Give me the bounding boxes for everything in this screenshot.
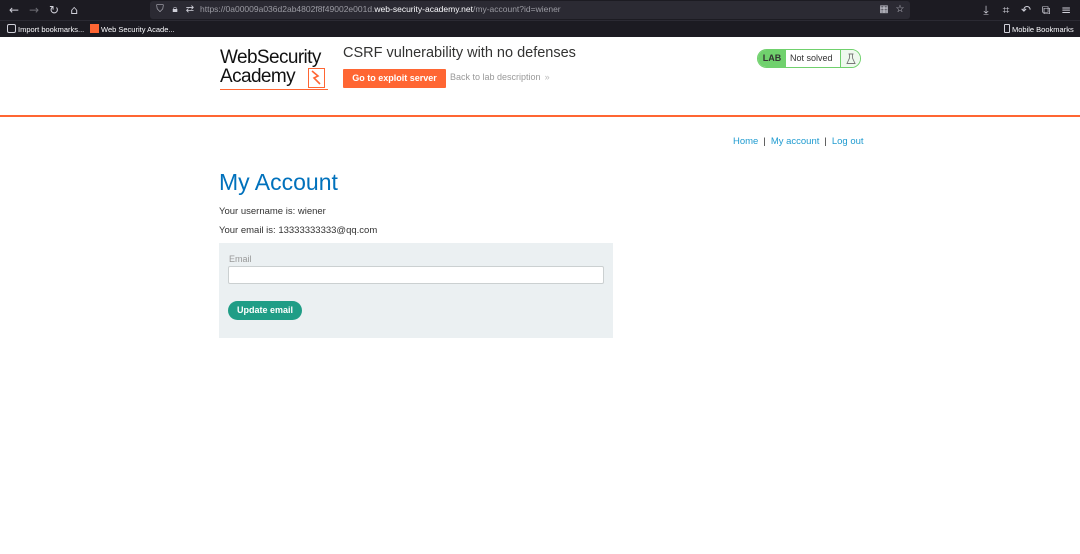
extensions-icon[interactable]: ⧉ (1038, 2, 1054, 18)
undo-icon[interactable]: ↶ (1018, 2, 1034, 18)
bookmark-star-icon[interactable]: ☆ (893, 3, 907, 17)
shield-icon[interactable]: ⛉ (153, 3, 167, 17)
bookmark-web-security-academy[interactable]: Web Security Acade... (90, 23, 175, 36)
nav-separator: | (763, 136, 766, 147)
lab-title: CSRF vulnerability with no defenses (343, 45, 576, 61)
email-info: Your email is: 13333333333@qq.com (219, 225, 378, 236)
lab-header: WebSecurity Academy CSRF vulnerability w… (0, 37, 1080, 117)
page: WebSecurity Academy CSRF vulnerability w… (0, 37, 1080, 554)
bookmark-import[interactable]: Import bookmarks... (7, 23, 84, 36)
account-nav: Home | My account | Log out (733, 136, 864, 147)
browser-toolbar: ← → ↻ ⌂ ⛉ 🔒︎ ⇄ https://0a00009a036d2ab48… (0, 0, 1080, 20)
qr-code-icon[interactable]: ▦ (877, 3, 891, 17)
lock-icon[interactable]: 🔒︎ (168, 3, 182, 17)
menu-icon[interactable]: ≡ (1058, 2, 1074, 18)
forward-arrow-icon[interactable]: → (26, 2, 42, 18)
permissions-icon[interactable]: ⇄ (183, 3, 197, 17)
url-bar[interactable]: ⛉ 🔒︎ ⇄ https://0a00009a036d2ab4802f8f490… (150, 1, 910, 19)
back-to-lab-link[interactable]: Back to lab description» (450, 72, 550, 82)
download-icon[interactable]: ⤓ (978, 2, 994, 18)
url-text[interactable]: https://0a00009a036d2ab4802f8f49002e001d… (200, 4, 561, 14)
chevron-right-icon: » (544, 72, 550, 82)
mobile-icon (1004, 24, 1010, 33)
lab-label: LAB (758, 50, 786, 67)
home-icon[interactable]: ⌂ (66, 2, 82, 18)
academy-favicon (90, 24, 99, 33)
mobile-bookmarks[interactable]: Mobile Bookmarks (1004, 23, 1074, 36)
logo-underline (220, 89, 328, 90)
nav-separator: | (824, 136, 827, 147)
lab-status-text: Not solved (790, 53, 833, 63)
logo-bolt-icon (308, 68, 325, 88)
flask-icon (840, 50, 860, 67)
home-link[interactable]: Home (733, 136, 758, 147)
email-label: Email (229, 254, 252, 264)
reload-icon[interactable]: ↻ (46, 2, 62, 18)
change-email-form: Email Update email (219, 243, 613, 338)
my-account-link[interactable]: My account (771, 136, 820, 147)
web-security-academy-logo[interactable]: WebSecurity Academy (220, 48, 332, 90)
email-field[interactable] (228, 266, 604, 284)
bookmarks-bar: Import bookmarks... Web Security Acade..… (0, 20, 1080, 37)
log-out-link[interactable]: Log out (832, 136, 864, 147)
update-email-button[interactable]: Update email (228, 301, 302, 320)
lab-status-badge: LAB Not solved (757, 49, 861, 68)
import-icon (7, 24, 16, 33)
crop-icon[interactable]: ⌗ (998, 2, 1014, 18)
exploit-server-button[interactable]: Go to exploit server (343, 69, 446, 88)
username-info: Your username is: wiener (219, 206, 326, 217)
back-arrow-icon[interactable]: ← (6, 2, 22, 18)
page-title: My Account (219, 169, 338, 195)
